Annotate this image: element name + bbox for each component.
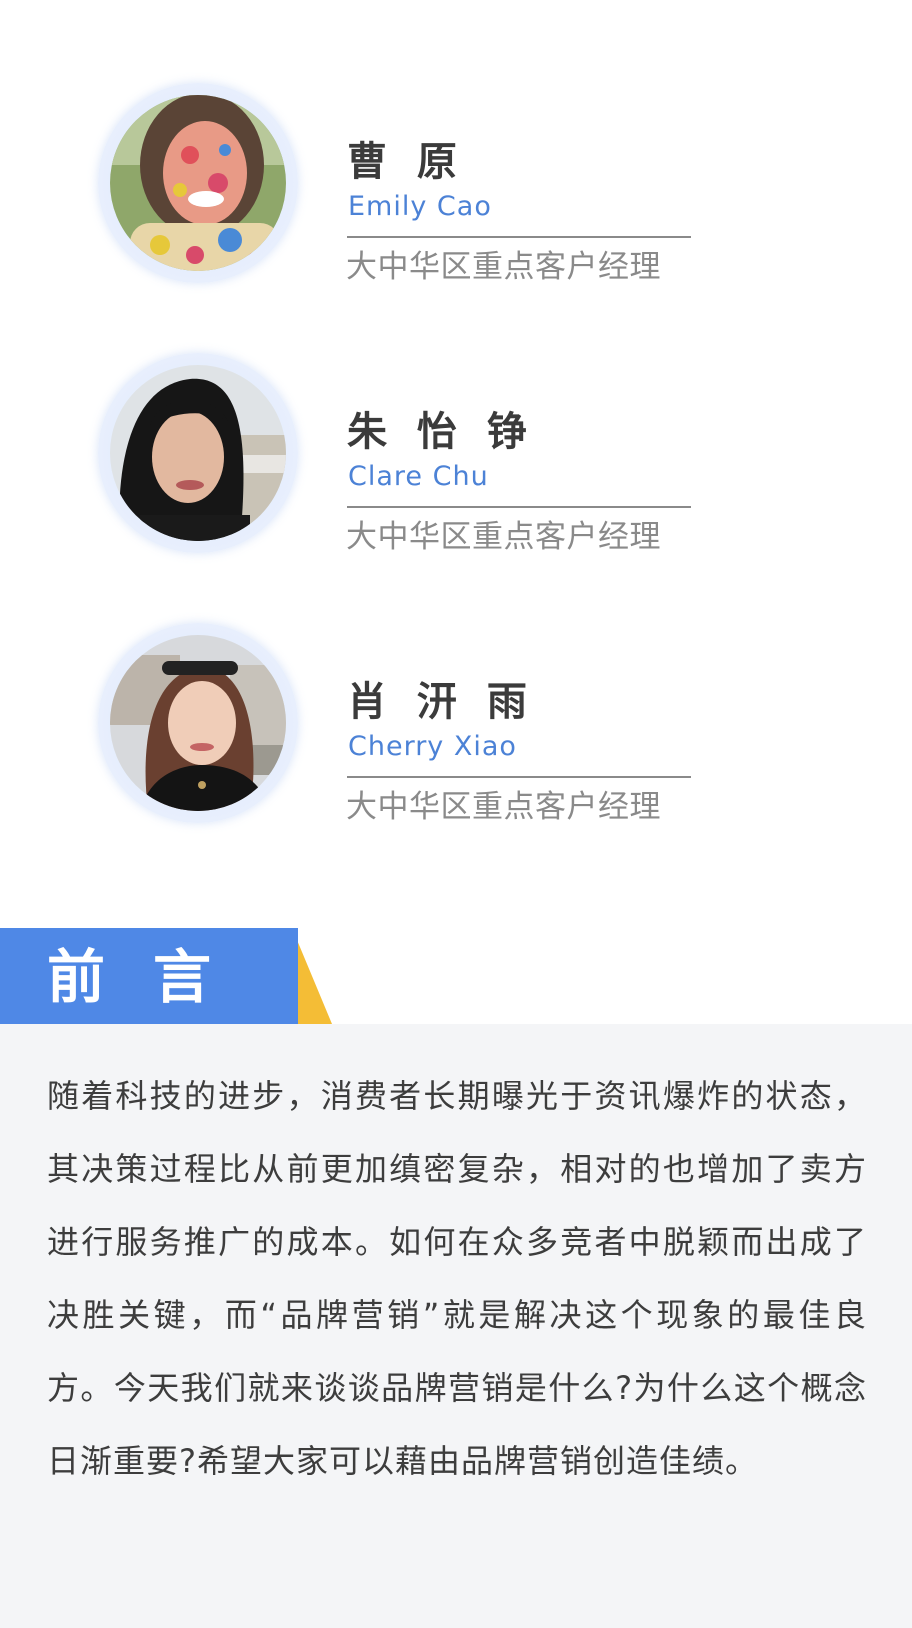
section-title: 前言 — [47, 943, 260, 1011]
avatar-photo — [110, 635, 286, 811]
intro-panel: 随着科技的进步，消费者长期曝光于资讯爆炸的状态，其决策过程比从前更加缜密复杂，相… — [0, 1024, 912, 1628]
profile-name: 朱 怡 铮 — [347, 409, 535, 455]
section-header-bar: 前言 — [0, 928, 298, 1024]
profile-title: 大中华区重点客户经理 — [346, 249, 661, 285]
section-header: 前言 — [0, 928, 340, 1024]
profile-name: 肖 汧 雨 — [347, 679, 535, 725]
intro-paragraph: 随着科技的进步，消费者长期曝光于资讯爆炸的状态，其决策过程比从前更加缜密复杂，相… — [47, 1077, 867, 1480]
profile-english-name: Cherry Xiao — [348, 731, 517, 762]
profile-divider — [347, 776, 691, 778]
profile-title: 大中华区重点客户经理 — [346, 519, 661, 555]
profile-card: 曹 原 Emily Cao 大中华区重点客户经理 — [0, 83, 912, 293]
profile-card: 朱 怡 铮 Clare Chu 大中华区重点客户经理 — [0, 353, 912, 563]
profile-title: 大中华区重点客户经理 — [346, 789, 661, 825]
profile-english-name: Clare Chu — [348, 461, 489, 492]
avatar-photo — [110, 365, 286, 541]
profile-name: 曹 原 — [347, 139, 465, 185]
section-header-accent — [292, 928, 332, 1024]
avatar — [98, 353, 298, 553]
profile-card: 肖 汧 雨 Cherry Xiao 大中华区重点客户经理 — [0, 623, 912, 833]
avatar-photo — [110, 95, 286, 271]
profile-english-name: Emily Cao — [348, 191, 492, 222]
avatar — [98, 83, 298, 283]
profile-divider — [347, 236, 691, 238]
avatar — [98, 623, 298, 823]
profile-divider — [347, 506, 691, 508]
